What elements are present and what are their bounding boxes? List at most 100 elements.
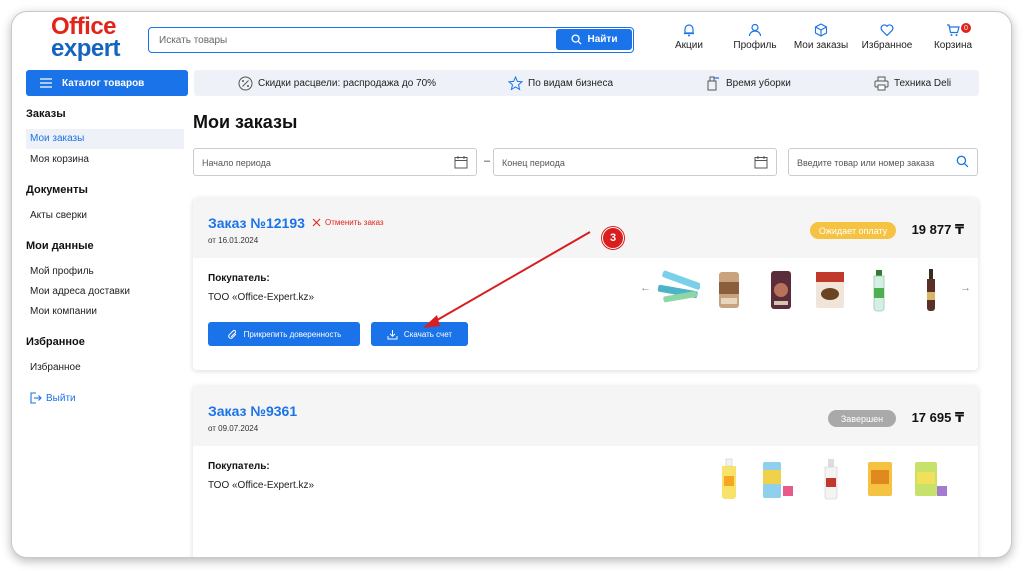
order-card: Заказ №12193 Отменить заказ от 16.01.202… [193,198,978,370]
sidebar-heading-my-data: Мои данные [26,240,94,252]
nav-promotions[interactable]: Акции [654,23,724,51]
buyer-label: Покупатель: [208,461,270,472]
product-thumbnail[interactable] [812,268,848,312]
calendar-icon[interactable] [754,155,768,169]
bell-icon [684,24,694,37]
product-thumbnail[interactable] [865,458,895,500]
promo-strip: Скидки расцвели: распродажа до 70% По ви… [194,70,979,96]
attach-power-of-attorney-label: Прикрепить доверенность [243,329,342,339]
search-button-label: Найти [587,34,618,45]
order-card: Заказ №9361 от 09.07.2024 Завершен 17 69… [193,386,978,557]
search-button[interactable]: Найти [556,29,632,50]
close-icon [312,218,321,227]
sidebar-item-my-profile[interactable]: Мой профиль [30,266,94,277]
menu-icon [40,78,52,88]
logout-link[interactable]: Выйти [30,392,76,404]
product-thumbnail[interactable] [911,458,951,500]
promo-business-label: По видам бизнеса [528,77,614,89]
order-card-header: Заказ №9361 от 09.07.2024 Завершен 17 69… [193,386,978,446]
status-badge: Завершен [828,410,896,427]
product-thumbnail[interactable] [868,268,890,312]
carousel-next-arrow[interactable]: → [960,282,971,294]
heart-icon [880,24,894,37]
logo[interactable]: Office expert [51,15,121,62]
order-total: 19 877 ₸ [911,222,964,237]
product-thumbnail[interactable] [717,458,741,500]
period-end-input[interactable] [502,155,742,171]
promo-sale[interactable]: Скидки расцвели: распродажа до 70% [238,70,436,96]
order-card-header: Заказ №12193 Отменить заказ от 16.01.202… [193,198,978,258]
star-icon [508,75,523,91]
cancel-order-label: Отменить заказ [325,218,384,227]
order-date: от 16.01.2024 [208,236,259,245]
search-bar: Найти [148,27,634,53]
attach-power-of-attorney-button[interactable]: Прикрепить доверенность [208,322,360,346]
order-search-field[interactable] [788,148,978,176]
period-start-field[interactable] [193,148,477,176]
page-title: Мои заказы [193,112,298,132]
app-window: Office expert Найти Акции Профиль Мои за… [11,11,1012,558]
cancel-order-link[interactable]: Отменить заказ [312,218,384,227]
catalog-button-label: Каталог товаров [62,77,145,89]
nav-cart[interactable]: 0 Корзина [918,23,988,51]
promo-deli-label: Техника Deli [894,77,952,89]
calendar-icon[interactable] [454,155,468,169]
nav-favorites[interactable]: Избранное [852,23,922,51]
cart-icon [947,24,960,36]
product-thumbnail[interactable] [715,268,743,312]
product-thumbnail[interactable] [819,458,843,500]
user-icon [748,23,762,37]
order-title[interactable]: Заказ №12193 [208,215,305,231]
nav-profile[interactable]: Профиль [720,23,790,51]
product-thumbnail[interactable] [759,458,795,500]
logo-line-2: expert [51,34,121,62]
status-badge: Ожидает оплату [810,222,896,239]
order-title[interactable]: Заказ №9361 [208,403,297,419]
download-invoice-label: Скачать счет [403,329,453,339]
sidebar-item-reconciliation[interactable]: Акты сверки [30,210,87,221]
buyer-label: Покупатель: [208,273,270,284]
paperclip-icon [227,329,237,339]
order-date: от 09.07.2024 [208,424,259,433]
buyer-name: ТОО «Office-Expert.kz» [208,292,315,303]
nav-cart-label: Корзина [933,40,973,51]
product-thumbnail[interactable] [656,268,700,312]
nav-my-orders[interactable]: Мои заказы [786,23,856,51]
nav-profile-label: Профиль [733,40,777,51]
download-invoice-button[interactable]: Скачать счет [371,322,468,346]
promo-cleaning-label: Время уборки [726,77,791,89]
carousel-prev-arrow[interactable]: ← [640,282,651,294]
cleaning-icon [707,76,719,90]
period-start-input[interactable] [202,155,442,171]
cart-badge: 0 [961,23,971,33]
nav-my-orders-label: Мои заказы [793,40,849,51]
search-icon [570,34,582,45]
order-search-input[interactable] [797,155,947,171]
box-icon [814,23,828,37]
step-marker: 3 [602,227,624,249]
sidebar-item-my-orders[interactable]: Мои заказы [26,129,184,149]
sidebar-heading-favorites: Избранное [26,336,85,348]
promo-cleaning[interactable]: Время уборки [706,70,791,96]
sidebar-item-favorites[interactable]: Избранное [30,362,81,373]
percent-icon [238,76,253,90]
promo-business[interactable]: По видам бизнеса [508,70,613,96]
period-end-field[interactable] [493,148,777,176]
product-thumbnail[interactable] [920,268,942,312]
search-icon[interactable] [956,155,969,168]
download-icon [387,329,398,339]
logout-label: Выйти [46,392,76,404]
sidebar-heading-orders: Заказы [26,108,66,120]
logout-icon [30,392,42,404]
sidebar-heading-documents: Документы [26,184,88,196]
buyer-name: ТОО «Office-Expert.kz» [208,480,315,491]
order-total: 17 695 ₸ [911,410,964,425]
promo-deli[interactable]: Техника Deli [874,70,951,96]
product-thumbnail[interactable] [767,268,795,312]
catalog-button[interactable]: Каталог товаров [26,70,188,96]
search-input[interactable] [159,31,549,49]
sidebar-item-companies[interactable]: Мои компании [30,306,97,317]
sidebar-item-addresses[interactable]: Мои адреса доставки [30,286,130,297]
nav-favorites-label: Избранное [861,40,913,51]
sidebar-item-my-cart[interactable]: Моя корзина [30,154,89,165]
